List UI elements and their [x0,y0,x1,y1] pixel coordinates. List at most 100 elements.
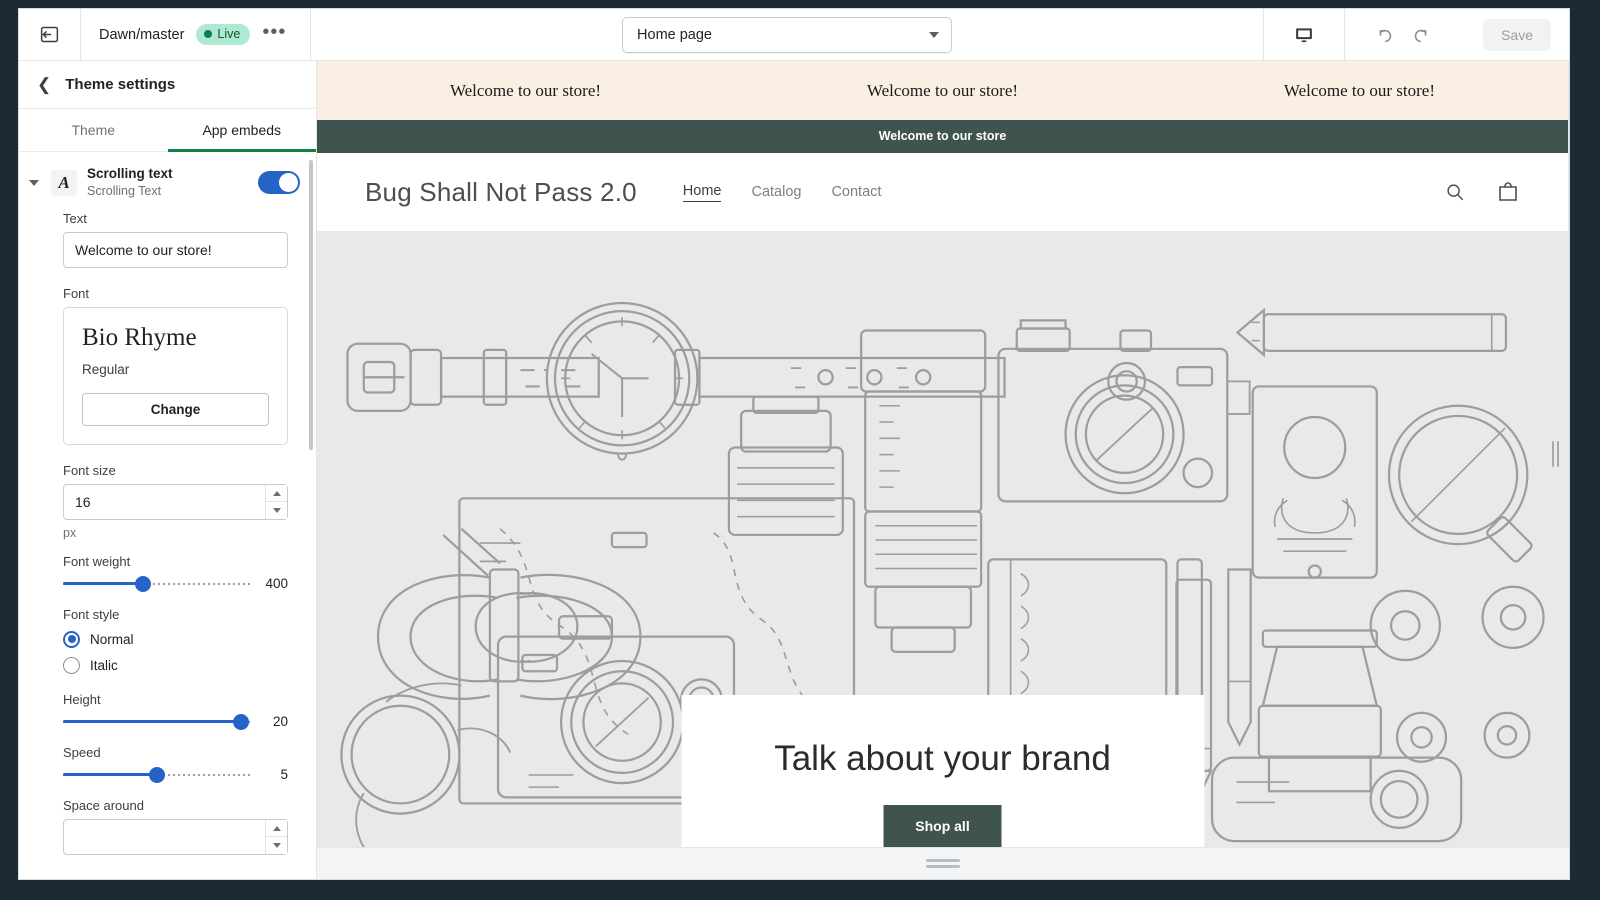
speed-slider[interactable] [63,766,250,784]
radio-italic-control[interactable] [63,656,80,674]
slider-fill [63,773,157,777]
slider-fill [63,720,241,724]
chevron-left-icon[interactable]: ❮ [37,76,51,93]
storefront-nav: Home Catalog Contact [682,183,881,202]
nav-link-contact[interactable]: Contact [831,184,881,200]
font-size-input[interactable] [63,483,288,520]
app-embed-toggle[interactable] [258,171,300,195]
font-size-stepper [63,483,288,520]
setting-space-around: Space around [19,798,316,855]
page-selector[interactable]: Home page [622,16,953,53]
app-embed-text: Scrolling text Scrolling Text [87,166,248,199]
stepper-decrement-button[interactable] [266,501,287,519]
sidebar-scrollbar[interactable] [309,160,313,450]
settings-sidebar: ❮ Theme settings Theme App embeds A Scro… [19,61,317,879]
change-font-button[interactable]: Change [82,392,269,426]
resize-grip-line [926,865,960,868]
font-size-label: Font size [63,462,116,478]
top-bar: Dawn/master Live ••• Home page Save [19,9,1569,61]
font-weight-slider[interactable] [63,575,250,593]
setting-text: Text [19,211,316,269]
toggle-knob [279,173,298,193]
letter-a-font-icon: A [51,169,77,196]
nav-link-catalog[interactable]: Catalog [751,184,801,200]
stepper-buttons [265,819,287,854]
top-bar-actions: Save [1263,9,1569,60]
radio-normal[interactable]: Normal [63,630,288,648]
page-selector-group: Home page [311,9,1263,60]
store-logo[interactable]: Bug Shall Not Pass 2.0 [365,177,637,208]
tab-app-embeds[interactable]: App embeds [167,109,316,152]
editor-body: ❮ Theme settings Theme App embeds A Scro… [19,61,1569,879]
setting-speed: Speed 5 [19,745,316,784]
redo-arrow-icon [1414,29,1427,42]
undo-button[interactable] [1367,17,1403,53]
shop-all-button[interactable]: Shop all [883,805,1002,847]
hero-section: Talk about your brand Shop all [317,231,1568,847]
marquee-item: Welcome to our store! [866,80,1019,100]
radio-italic[interactable]: Italic [63,656,288,674]
space-around-input[interactable] [63,818,288,855]
text-field-label: Text [63,211,87,227]
storefront-header: Bug Shall Not Pass 2.0 Home Catalog Cont… [317,153,1568,231]
scrolling-text-input[interactable] [63,232,288,269]
slider-thumb[interactable] [148,766,165,783]
search-icon[interactable] [1444,181,1466,203]
font-size-unit: px [63,525,77,540]
space-around-label: Space around [63,797,144,813]
preview-width-resize-handle[interactable] [1548,439,1562,469]
setting-font-weight: Font weight 400 [19,554,316,593]
space-around-stepper [63,818,288,855]
save-group: Save [1461,9,1569,60]
nav-link-home[interactable]: Home [682,183,722,202]
slider-fill [63,582,144,586]
height-label: Height [63,691,101,707]
marquee-item: Welcome to our store! [1283,80,1436,100]
preview-height-resize-handle[interactable] [926,859,960,868]
resize-grip-line [926,859,960,862]
stepper-decrement-button[interactable] [266,836,287,854]
sidebar-tabs: Theme App embeds [19,109,316,152]
setting-font-size: Font size px [19,463,316,540]
setting-height: Height 20 [19,692,316,731]
shopping-bag-icon[interactable] [1496,180,1520,204]
desktop-icon [1296,27,1312,42]
desktop-preview-button[interactable] [1286,17,1322,53]
slider-thumb[interactable] [232,713,249,730]
font-family-name: Bio Rhyme [82,324,197,352]
exit-editor-button[interactable] [19,9,81,60]
tab-theme[interactable]: Theme [19,109,168,152]
caret-down-icon [272,508,281,514]
preview-area: Welcome to our store! Welcome to our sto… [317,61,1569,879]
more-options-button[interactable]: ••• [262,22,286,44]
stepper-buttons [265,484,287,519]
redo-button[interactable] [1403,17,1439,53]
font-weight-slider-row: 400 [63,575,288,593]
font-weight-value: 400 [265,576,288,592]
radio-normal-control[interactable] [63,630,80,648]
marquee-item: Welcome to our store! [449,80,602,100]
stepper-increment-button[interactable] [266,819,287,837]
speed-slider-row: 5 [63,766,288,784]
scrolling-text-marquee: Welcome to our store! Welcome to our sto… [317,61,1568,120]
height-value: 20 [272,714,288,730]
caret-up-icon [272,490,281,496]
caret-down-icon [272,843,281,849]
save-button[interactable]: Save [1483,18,1551,51]
height-slider[interactable] [63,713,250,731]
storefront-actions [1444,180,1520,204]
stepper-increment-button[interactable] [266,484,287,502]
hero-content-card: Talk about your brand Shop all [681,694,1204,847]
undo-arrow-icon [1379,29,1392,42]
caret-down-icon[interactable] [29,179,39,186]
app-embed-row-scrolling-text[interactable]: A Scrolling text Scrolling Text [19,152,316,211]
speed-value: 5 [280,767,288,783]
slider-thumb[interactable] [135,575,152,592]
announcement-bar: Welcome to our store [317,120,1568,153]
exit-arrow-icon [40,26,59,43]
theme-info-group: Dawn/master Live ••• [81,9,311,60]
app-embed-subtitle: Scrolling Text [87,183,162,198]
font-weight-name: Regular [82,361,130,377]
setting-font: Font Bio Rhyme Regular Change [19,286,316,445]
resize-grip-line [1556,441,1559,467]
